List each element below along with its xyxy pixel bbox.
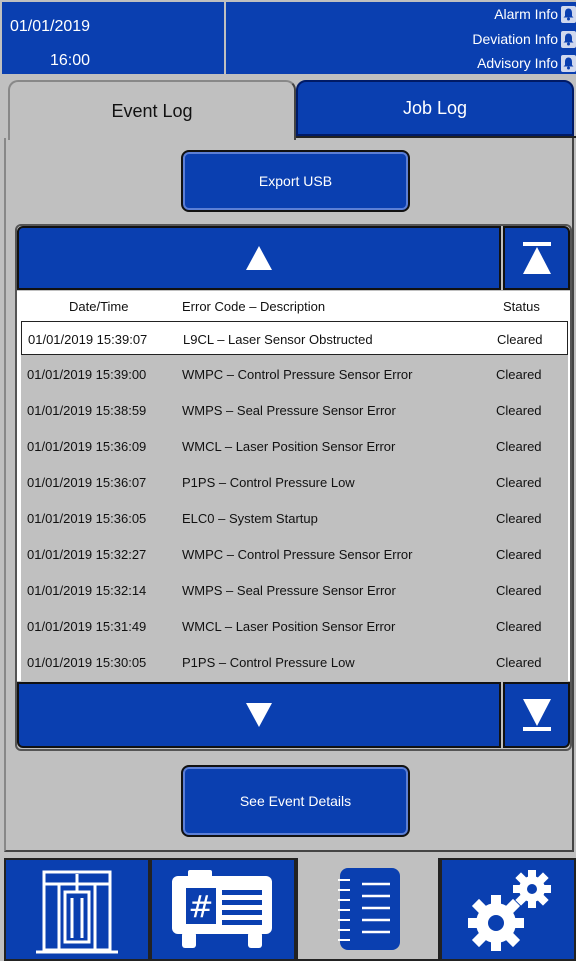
row-datetime: 01/01/2019 15:30:05 — [27, 655, 147, 670]
scroll-to-bottom-button[interactable] — [503, 682, 570, 748]
bell-icon — [561, 30, 576, 48]
event-list: Date/Time Error Code – Description Statu… — [17, 291, 570, 681]
deviation-info-label: Deviation Info — [472, 31, 558, 47]
column-header-datetime: Date/Time — [69, 299, 129, 314]
date-display: 01/01/2019 — [10, 18, 91, 35]
svg-text:#: # — [188, 890, 213, 925]
table-row[interactable]: 01/01/2019 15:32:27 WMPC – Control Press… — [21, 537, 568, 571]
scroll-to-top-icon — [522, 242, 551, 274]
notebook-icon — [338, 867, 400, 950]
row-description: WMCL – Laser Position Sensor Error — [182, 439, 396, 454]
table-row[interactable]: 01/01/2019 15:39:00 WMPC – Control Press… — [21, 357, 568, 391]
row-description: WMPC – Control Pressure Sensor Error — [182, 367, 413, 382]
job-card-icon: # — [172, 869, 272, 948]
table-row[interactable]: 01/01/2019 15:30:05 P1PS – Control Press… — [21, 645, 568, 679]
column-header-status: Status — [503, 299, 540, 314]
datetime-panel: 01/01/2019 16:00 — [2, 2, 224, 74]
export-usb-button[interactable]: Export USB — [181, 150, 410, 212]
triangle-up-icon — [246, 246, 272, 270]
row-description: WMPS – Seal Pressure Sensor Error — [182, 583, 396, 598]
see-event-details-button[interactable]: See Event Details — [181, 765, 410, 837]
alert-panel: Alarm Info Deviation Info Advisory Info — [226, 2, 576, 74]
deviation-info-button[interactable]: Deviation Info — [472, 29, 576, 49]
nav-event-log-button[interactable] — [296, 858, 440, 961]
scroll-to-top-button[interactable] — [503, 226, 570, 290]
row-status: Cleared — [496, 547, 542, 562]
row-description: L9CL – Laser Sensor Obstructed — [183, 332, 373, 347]
time-display: 16:00 — [50, 52, 91, 69]
row-datetime: 01/01/2019 15:39:00 — [27, 367, 147, 382]
machine-icon — [36, 870, 118, 953]
row-description: WMPS – Seal Pressure Sensor Error — [182, 403, 396, 418]
nav-settings-button[interactable] — [440, 858, 576, 961]
row-description: P1PS – Control Pressure Low — [182, 655, 355, 670]
alarm-info-button[interactable]: Alarm Info — [494, 4, 576, 24]
row-datetime: 01/01/2019 15:36:05 — [27, 511, 147, 526]
bell-icon — [561, 54, 576, 72]
event-rows: 01/01/2019 15:39:07 L9CL – Laser Sensor … — [21, 321, 568, 681]
row-datetime: 01/01/2019 15:36:07 — [27, 475, 147, 490]
alarm-info-label: Alarm Info — [494, 6, 558, 22]
column-header-description: Error Code – Description — [182, 299, 326, 314]
scroll-down-button[interactable] — [17, 682, 501, 748]
scroll-to-bottom-icon — [522, 699, 551, 731]
table-row[interactable]: 01/01/2019 15:38:59 WMPS – Seal Pressure… — [21, 393, 568, 427]
row-status: Cleared — [497, 332, 543, 347]
tab-job-log[interactable]: Job Log — [296, 80, 574, 136]
row-datetime: 01/01/2019 15:36:09 — [27, 439, 147, 454]
bell-icon — [561, 5, 576, 23]
table-row[interactable]: 01/01/2019 15:31:49 WMCL – Laser Positio… — [21, 609, 568, 643]
row-description: WMCL – Laser Position Sensor Error — [182, 619, 396, 634]
list-header: Date/Time Error Code – Description Statu… — [17, 291, 570, 321]
row-datetime: 01/01/2019 15:31:49 — [27, 619, 147, 634]
table-row[interactable]: 01/01/2019 15:36:09 WMCL – Laser Positio… — [21, 429, 568, 463]
advisory-info-label: Advisory Info — [477, 55, 558, 71]
row-datetime: 01/01/2019 15:38:59 — [27, 403, 147, 418]
triangle-down-icon — [246, 703, 272, 727]
tab-event-log[interactable]: Event Log — [8, 80, 296, 140]
row-datetime: 01/01/2019 15:39:07 — [28, 332, 148, 347]
table-row[interactable]: 01/01/2019 15:39:07 L9CL – Laser Sensor … — [21, 321, 568, 355]
nav-machine-button[interactable] — [4, 858, 150, 961]
scroll-up-button[interactable] — [17, 226, 501, 290]
row-status: Cleared — [496, 367, 542, 382]
row-datetime: 01/01/2019 15:32:27 — [27, 547, 147, 562]
nav-job-card-button[interactable]: # — [150, 858, 296, 961]
table-row[interactable]: 01/01/2019 15:36:05 ELC0 – System Startu… — [21, 501, 568, 535]
row-status: Cleared — [496, 655, 542, 670]
gears-icon — [468, 869, 551, 951]
row-datetime: 01/01/2019 15:32:14 — [27, 583, 147, 598]
row-status: Cleared — [496, 475, 542, 490]
row-status: Cleared — [496, 619, 542, 634]
row-status: Cleared — [496, 511, 542, 526]
row-status: Cleared — [496, 439, 542, 454]
row-description: P1PS – Control Pressure Low — [182, 475, 355, 490]
row-status: Cleared — [496, 583, 542, 598]
advisory-info-button[interactable]: Advisory Info — [477, 53, 576, 73]
table-row[interactable]: 01/01/2019 15:36:07 P1PS – Control Press… — [21, 465, 568, 499]
row-status: Cleared — [496, 403, 542, 418]
table-row[interactable]: 01/01/2019 15:32:14 WMPS – Seal Pressure… — [21, 573, 568, 607]
row-description: WMPC – Control Pressure Sensor Error — [182, 547, 413, 562]
header-bar: 01/01/2019 16:00 Alarm Info Deviation In… — [0, 0, 576, 78]
row-description: ELC0 – System Startup — [182, 511, 318, 526]
